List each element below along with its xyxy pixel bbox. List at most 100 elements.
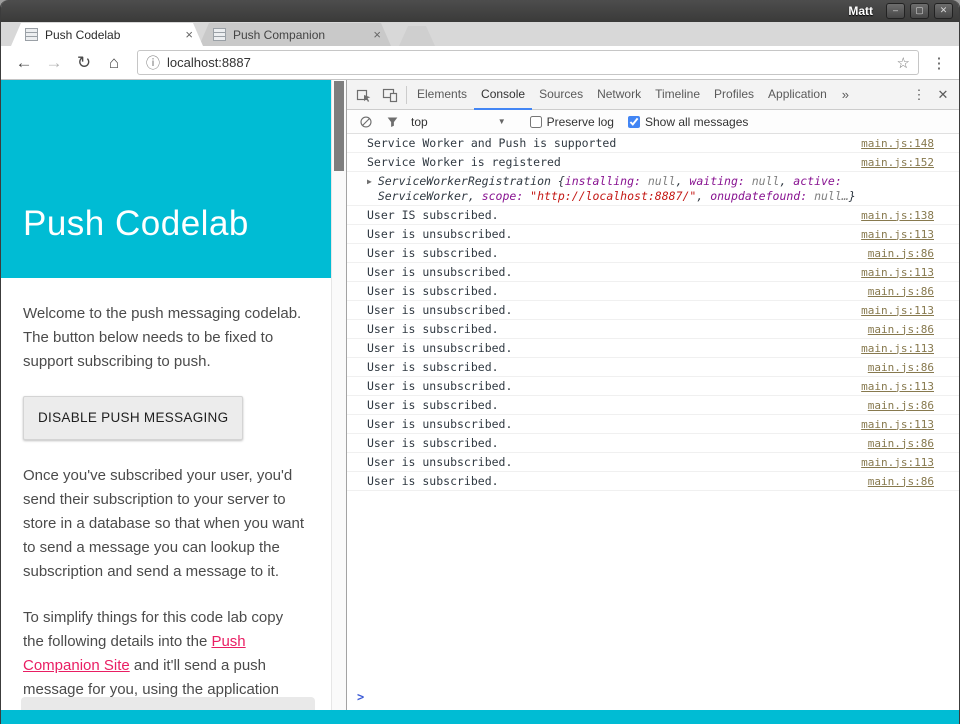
back-icon[interactable]: ←	[11, 53, 37, 73]
tab-favicon	[213, 28, 226, 41]
chevron-down-icon: ▼	[498, 117, 506, 126]
titlebar-user-label: Matt	[848, 4, 873, 18]
console-prompt[interactable]: >	[347, 684, 959, 710]
source-link[interactable]: main.js:113	[861, 455, 934, 470]
next-section-card	[21, 697, 315, 710]
filter-icon[interactable]	[379, 109, 405, 135]
console-message: User is subscribed.main.js:86	[347, 434, 959, 453]
tab-strip: Push Codelab × Push Companion ×	[1, 22, 959, 46]
more-tabs-icon[interactable]: »	[834, 87, 857, 102]
console-message: User is unsubscribed.main.js:113	[347, 263, 959, 282]
minimize-icon[interactable]: –	[886, 3, 905, 19]
url-text: localhost:8887	[167, 55, 897, 70]
preserve-log-input[interactable]	[530, 116, 542, 128]
address-bar[interactable]: ⓘ localhost:8887 ☆	[137, 50, 919, 75]
source-link[interactable]: main.js:113	[861, 265, 934, 280]
devtools-close-icon[interactable]: ✕	[931, 87, 955, 103]
devtools-tab-sources[interactable]: Sources	[532, 80, 590, 110]
intro-text: Welcome to the push messaging codelab. T…	[23, 302, 305, 374]
console-filter-bar: top ▼ Preserve log Show all messages	[347, 110, 959, 134]
devtools-toolbar: ElementsConsoleSourcesNetworkTimelinePro…	[347, 80, 959, 110]
prompt-caret-icon: >	[357, 690, 364, 704]
source-link[interactable]: main.js:113	[861, 379, 934, 394]
source-link[interactable]: main.js:86	[868, 474, 934, 489]
devtools-menu-icon[interactable]: ⋮	[907, 87, 931, 103]
show-all-messages-input[interactable]	[628, 116, 640, 128]
devtools-tab-network[interactable]: Network	[590, 80, 648, 110]
disable-push-button[interactable]: DISABLE PUSH MESSAGING	[23, 396, 243, 440]
console-message: User is unsubscribed.main.js:113	[347, 453, 959, 472]
source-link[interactable]: main.js:86	[868, 436, 934, 451]
page-body: Welcome to the push messaging codelab. T…	[1, 278, 331, 710]
console-message: Service Worker and Push is supportedmain…	[347, 134, 959, 153]
console-message: User IS subscribed.main.js:138	[347, 206, 959, 225]
console-message: User is subscribed.main.js:86	[347, 396, 959, 415]
preserve-log-checkbox[interactable]: Preserve log	[530, 115, 614, 129]
tab-title: Push Companion	[233, 28, 365, 42]
browser-tab-push-companion[interactable]: Push Companion ×	[199, 23, 391, 46]
toolbar-divider	[406, 86, 407, 104]
source-link[interactable]: main.js:86	[868, 398, 934, 413]
tab-title: Push Codelab	[45, 28, 177, 42]
show-all-messages-label: Show all messages	[645, 115, 748, 129]
source-link[interactable]: main.js:113	[861, 417, 934, 432]
devtools-tab-console[interactable]: Console	[474, 80, 532, 110]
home-icon[interactable]: ⌂	[101, 53, 127, 73]
console-message: User is subscribed.main.js:86	[347, 282, 959, 301]
preserve-log-label: Preserve log	[547, 115, 614, 129]
devtools-tab-timeline[interactable]: Timeline	[648, 80, 707, 110]
source-link[interactable]: main.js:86	[868, 322, 934, 337]
navigation-bar: ← → ↻ ⌂ ⓘ localhost:8887 ☆ ⋮	[1, 46, 959, 80]
devtools-tab-elements[interactable]: Elements	[410, 80, 474, 110]
console-message: User is subscribed.main.js:86	[347, 320, 959, 339]
companion-paragraph: To simplify things for this code lab cop…	[23, 606, 305, 710]
console-message: User is unsubscribed.main.js:113	[347, 225, 959, 244]
console-message: User is subscribed.main.js:86	[347, 472, 959, 491]
device-toolbar-icon[interactable]	[377, 82, 403, 108]
scrollbar-thumb[interactable]	[334, 81, 344, 171]
show-all-messages-checkbox[interactable]: Show all messages	[628, 115, 748, 129]
source-link[interactable]: main.js:148	[861, 136, 934, 151]
inspect-element-icon[interactable]	[351, 82, 377, 108]
source-link[interactable]: main.js:152	[861, 155, 934, 170]
console-message: User is unsubscribed.main.js:113	[347, 301, 959, 320]
subscription-paragraph: Once you've subscribed your user, you'd …	[23, 464, 305, 584]
new-tab-button[interactable]	[399, 26, 435, 46]
tab-close-icon[interactable]: ×	[371, 28, 383, 41]
source-link[interactable]: main.js:113	[861, 303, 934, 318]
window-close-icon[interactable]: ✕	[934, 3, 953, 19]
forward-icon[interactable]: →	[41, 53, 67, 73]
devtools-tabs: ElementsConsoleSourcesNetworkTimelinePro…	[410, 80, 834, 110]
context-label: top	[411, 115, 428, 129]
browser-window: Matt – ▢ ✕ Push Codelab × Push Companion…	[0, 0, 960, 724]
console-message: User is unsubscribed.main.js:113	[347, 339, 959, 358]
tab-favicon	[25, 28, 38, 41]
source-link[interactable]: main.js:138	[861, 208, 934, 223]
source-link[interactable]: main.js:86	[868, 360, 934, 375]
devtools-tab-application[interactable]: Application	[761, 80, 834, 110]
page-info-icon[interactable]: ⓘ	[146, 53, 160, 73]
source-link[interactable]: main.js:86	[868, 246, 934, 261]
console-message: ▶ServiceWorkerRegistration {installing: …	[347, 172, 959, 206]
devtools-tab-profiles[interactable]: Profiles	[707, 80, 761, 110]
page-header: Push Codelab	[1, 80, 331, 278]
console-message: User is subscribed.main.js:86	[347, 244, 959, 263]
console-messages: Service Worker and Push is supportedmain…	[347, 134, 959, 684]
content-area: Push Codelab Welcome to the push messagi…	[1, 80, 959, 710]
source-link[interactable]: main.js:86	[868, 284, 934, 299]
console-message: User is subscribed.main.js:86	[347, 358, 959, 377]
tab-close-icon[interactable]: ×	[183, 28, 195, 41]
source-link[interactable]: main.js:113	[861, 227, 934, 242]
reload-icon[interactable]: ↻	[71, 53, 97, 73]
page-scrollbar[interactable]	[331, 80, 346, 710]
clear-console-icon[interactable]	[353, 109, 379, 135]
execution-context-selector[interactable]: top ▼	[411, 115, 506, 129]
browser-tab-push-codelab[interactable]: Push Codelab ×	[11, 23, 203, 46]
bookmark-star-icon[interactable]: ☆	[897, 54, 910, 72]
console-message: User is unsubscribed.main.js:113	[347, 377, 959, 396]
maximize-icon[interactable]: ▢	[910, 3, 929, 19]
expand-triangle-icon[interactable]: ▶	[367, 174, 372, 189]
source-link[interactable]: main.js:113	[861, 341, 934, 356]
browser-menu-icon[interactable]: ⋮	[929, 54, 949, 72]
console-message: User is unsubscribed.main.js:113	[347, 415, 959, 434]
